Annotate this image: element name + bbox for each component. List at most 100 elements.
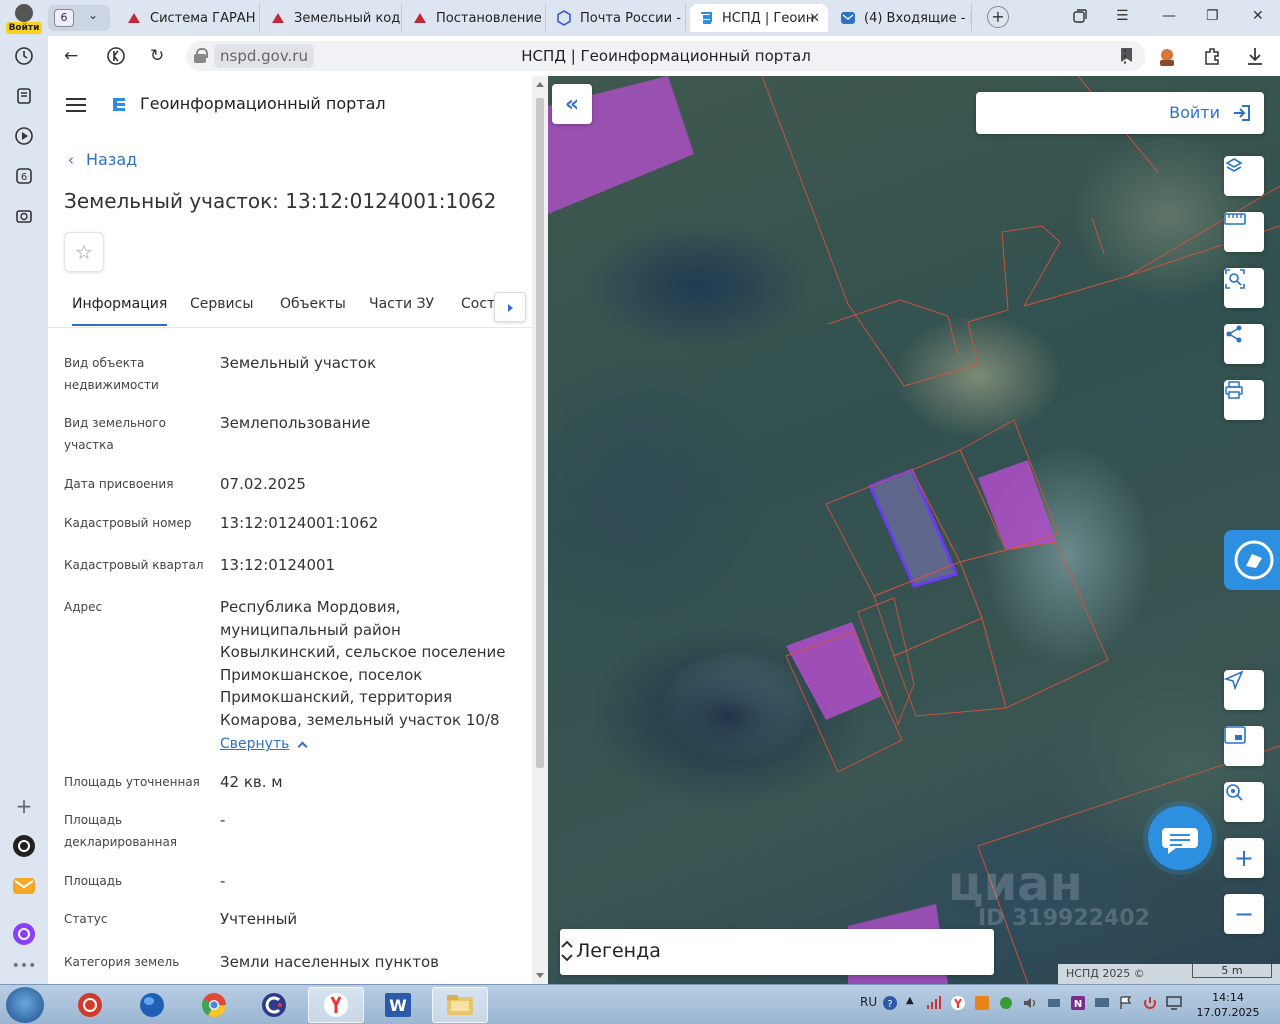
- hamburger-menu-icon[interactable]: [66, 98, 86, 112]
- tab-parts[interactable]: Части ЗУ: [369, 296, 434, 312]
- onenote-icon[interactable]: N: [1070, 995, 1086, 1014]
- history-icon[interactable]: [10, 42, 38, 70]
- network-icon[interactable]: [1046, 995, 1062, 1014]
- scroll-up-icon[interactable]: [536, 82, 544, 87]
- display-icon[interactable]: [1094, 995, 1110, 1014]
- restore-icon[interactable]: ❐: [1206, 8, 1219, 24]
- taskbar-app-globe[interactable]: [124, 987, 180, 1023]
- field-label: Адрес: [64, 600, 103, 614]
- tab-nspd[interactable]: НСПД | Геоин ✕: [690, 4, 828, 32]
- highlighted-parcel[interactable]: [978, 460, 1056, 550]
- more-vertical-icon[interactable]: ⋮: [1116, 46, 1134, 67]
- alice-app-icon[interactable]: [10, 832, 38, 860]
- measure-button[interactable]: [1224, 212, 1264, 252]
- tray-overflow-icon[interactable]: ▲: [906, 995, 914, 1006]
- locate-button[interactable]: [1224, 670, 1264, 710]
- chevron-left-icon: ‹: [68, 151, 74, 169]
- taskbar-app-compass[interactable]: [62, 987, 118, 1023]
- tab-manager-icon[interactable]: [1072, 8, 1088, 28]
- tab-bar: 6 ⌄ Система ГАРАН Земельный коде Постано…: [48, 0, 1280, 36]
- video-play-icon[interactable]: [10, 122, 38, 150]
- collections-icon[interactable]: [10, 82, 38, 110]
- panel-scrollbar[interactable]: [532, 76, 548, 984]
- map-view[interactable]: циан ID 319922402 « Войти + − Легенда НС…: [548, 76, 1280, 984]
- scroll-down-icon[interactable]: [536, 973, 544, 978]
- help-icon[interactable]: ?: [882, 995, 898, 1014]
- back-link[interactable]: ‹ Назад: [68, 150, 137, 169]
- tab-objects[interactable]: Объекты: [280, 296, 346, 312]
- close-window-icon[interactable]: ✕: [1252, 8, 1264, 24]
- volume-icon[interactable]: [1022, 995, 1038, 1014]
- taskbar-app-yandex[interactable]: [308, 987, 364, 1023]
- taskbar-app-chrome[interactable]: [186, 987, 242, 1023]
- tab-information[interactable]: Информация: [72, 296, 168, 326]
- svg-text:W: W: [389, 996, 407, 1015]
- yandex-icon[interactable]: [106, 46, 126, 71]
- taskbar-app-c[interactable]: [246, 987, 302, 1023]
- zoom-in-button[interactable]: +: [1224, 838, 1264, 878]
- assistant-icon[interactable]: [10, 920, 38, 948]
- geo-search-button[interactable]: [1224, 782, 1264, 822]
- yandex-tray-icon[interactable]: [950, 995, 966, 1014]
- reload-icon[interactable]: ↻: [150, 46, 164, 66]
- tab-resolution[interactable]: Постановление: [404, 4, 546, 32]
- collapse-panel-button[interactable]: «: [552, 84, 592, 124]
- highlighted-parcel[interactable]: [786, 622, 882, 720]
- system-clock[interactable]: 14:14 17.07.2025: [1194, 990, 1262, 1020]
- tabs-count-icon[interactable]: 6: [10, 162, 38, 190]
- more-icon[interactable]: •••: [10, 952, 38, 980]
- layers-button[interactable]: [1224, 156, 1264, 196]
- tab-label: Постановление: [436, 10, 542, 26]
- zoom-out-button[interactable]: −: [1224, 894, 1264, 934]
- screenshot-icon[interactable]: [10, 202, 38, 230]
- tab-composition[interactable]: Состав: [461, 296, 495, 312]
- mail-favicon-icon: [840, 10, 856, 26]
- side-service-tab[interactable]: [1224, 530, 1280, 590]
- flag-icon[interactable]: [1118, 995, 1134, 1014]
- favorite-star-icon[interactable]: ☆: [64, 232, 104, 272]
- extensions-icon[interactable]: [1202, 46, 1222, 71]
- legend-panel[interactable]: Легенда: [560, 929, 994, 975]
- close-tab-icon[interactable]: ✕: [809, 11, 820, 26]
- tab-inbox[interactable]: (4) Входящие - Г: [832, 4, 972, 32]
- login-button[interactable]: Войти: [976, 92, 1264, 134]
- menu-icon[interactable]: ☰: [1116, 8, 1129, 24]
- print-button[interactable]: [1224, 380, 1264, 420]
- tabs-scroll-right-button[interactable]: [494, 292, 526, 322]
- tab-russian-post[interactable]: Почта России - N: [548, 4, 686, 32]
- mail-app-icon[interactable]: [10, 872, 38, 900]
- tab-land-code[interactable]: Земельный коде: [262, 4, 402, 32]
- tab-garant[interactable]: Система ГАРАН: [118, 4, 260, 32]
- download-icon[interactable]: [1246, 46, 1264, 71]
- profile-avatar[interactable]: Войти: [6, 4, 42, 34]
- area-search-button[interactable]: [1224, 268, 1264, 308]
- garant-favicon-icon: [126, 10, 142, 26]
- input-language[interactable]: RU: [860, 995, 877, 1009]
- collapse-link[interactable]: Свернуть: [220, 736, 308, 752]
- chat-button[interactable]: [1148, 806, 1212, 870]
- tab-count-button[interactable]: 6 ⌄: [48, 5, 110, 31]
- add-panel-icon[interactable]: +: [10, 792, 38, 820]
- svg-text:6: 6: [21, 172, 27, 183]
- minimap-button[interactable]: [1224, 726, 1264, 766]
- share-button[interactable]: [1224, 324, 1264, 364]
- new-tab-button[interactable]: +: [987, 6, 1009, 28]
- minimize-icon[interactable]: —: [1162, 8, 1176, 24]
- extension-avatar-icon[interactable]: [1156, 46, 1178, 73]
- tab-services[interactable]: Сервисы: [190, 296, 253, 312]
- taskbar-app-word[interactable]: W: [370, 987, 426, 1023]
- address-bar[interactable]: nspd.gov.ru НСПД | Геоинформационный пор…: [186, 41, 1146, 71]
- chevron-down-icon: ⌄: [88, 8, 99, 22]
- field-value: Республика Мордовия, муниципальный район…: [220, 598, 506, 729]
- update-tray-icon[interactable]: [998, 995, 1014, 1014]
- back-arrow-icon[interactable]: ←: [64, 46, 78, 66]
- scrollbar-thumb[interactable]: [536, 98, 544, 768]
- scale-bar: 5 m: [1192, 964, 1272, 978]
- parcel-title: Земельный участок: 13:12:0124001:1062: [64, 189, 497, 213]
- start-button[interactable]: [6, 987, 44, 1023]
- legend-label: Легенда: [576, 940, 661, 962]
- app-tray-icon[interactable]: [974, 995, 990, 1014]
- taskbar-app-explorer[interactable]: [432, 987, 488, 1023]
- monitor-icon[interactable]: [1166, 995, 1182, 1014]
- power-icon[interactable]: [1142, 995, 1158, 1014]
